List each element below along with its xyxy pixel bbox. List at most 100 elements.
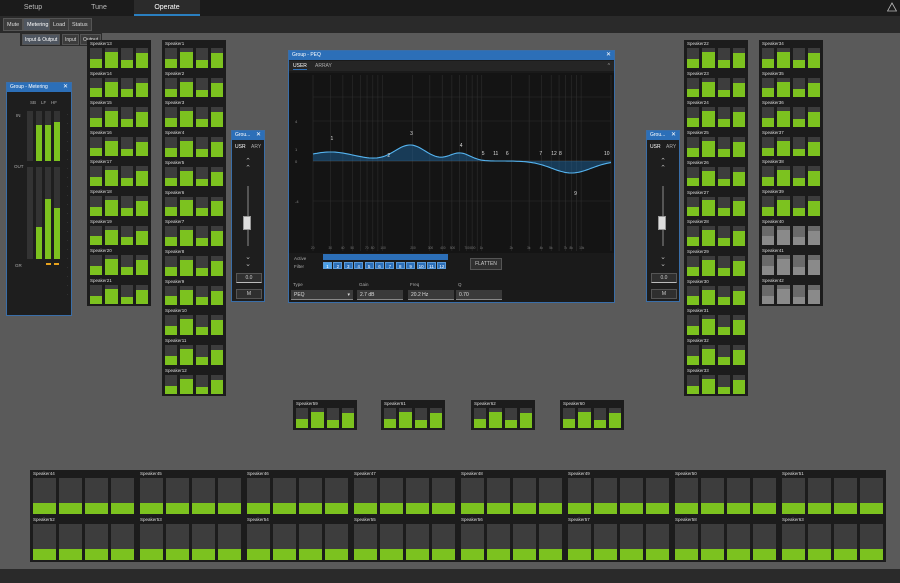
speaker-module[interactable]: Speaker58 <box>672 516 779 562</box>
freq-field[interactable]: 20.2 Hz <box>408 290 454 300</box>
speaker-module[interactable]: Speaker55 <box>351 516 458 562</box>
speaker-module[interactable]: Speaker53 <box>137 516 244 562</box>
filter-button-7[interactable]: 7 <box>385 262 395 269</box>
speaker-module[interactable]: Speaker42 <box>759 277 823 307</box>
speaker-module[interactable]: Speaker13 <box>87 40 151 70</box>
metering-title-bar[interactable]: Group - Metering ✕ <box>7 83 71 92</box>
mute-toggle[interactable]: M <box>651 289 677 299</box>
speaker-module[interactable]: Speaker16 <box>87 129 151 159</box>
speaker-module[interactable]: Speaker41 <box>759 247 823 277</box>
collapse-icon[interactable]: ^ <box>608 63 610 69</box>
speaker-module[interactable]: Speaker35 <box>759 70 823 100</box>
speaker-module[interactable]: Speaker1 <box>162 40 226 70</box>
speaker-module[interactable]: Speaker44 <box>30 470 137 516</box>
speaker-module[interactable]: Speaker4 <box>162 129 226 159</box>
speaker-module[interactable]: Speaker32 <box>684 337 748 367</box>
load-button[interactable]: Load <box>49 18 70 31</box>
speaker-module[interactable]: Speaker49 <box>565 470 672 516</box>
filter-button-3[interactable]: 3 <box>343 262 353 269</box>
speaker-module[interactable]: Speaker45 <box>137 470 244 516</box>
speaker-module[interactable]: Speaker56 <box>458 516 565 562</box>
speaker-module[interactable]: Speaker62 <box>471 400 535 430</box>
tab-array[interactable]: ARRAY <box>315 63 332 69</box>
filter-button-9[interactable]: 9 <box>406 262 416 269</box>
speaker-module[interactable]: Speaker25 <box>684 129 748 159</box>
speaker-module[interactable]: Speaker38 <box>759 158 823 188</box>
tab-usr[interactable]: USR <box>235 144 246 150</box>
speaker-module[interactable]: Speaker37 <box>759 129 823 159</box>
close-icon[interactable]: ✕ <box>671 131 676 140</box>
band-marker-9[interactable]: 9 <box>574 191 577 197</box>
input-button[interactable]: Input <box>62 34 80 45</box>
peq-title-bar[interactable]: Group - PEQ ✕ <box>289 51 614 60</box>
chevron-down-icon[interactable]: ⌄ <box>243 260 253 268</box>
tab-user[interactable]: USER <box>293 63 307 70</box>
band-marker-11[interactable]: 11 <box>493 151 498 157</box>
q-field[interactable]: 0.70 <box>456 290 502 300</box>
close-icon[interactable]: ✕ <box>606 51 611 60</box>
speaker-module[interactable]: Speaker60 <box>560 400 624 430</box>
speaker-module[interactable]: Speaker52 <box>30 516 137 562</box>
right-fader-title-bar[interactable]: Grou... ✕ <box>647 131 679 140</box>
speaker-module[interactable]: Speaker61 <box>381 400 445 430</box>
chevron-up-small-icon[interactable]: ⌃ <box>243 164 253 172</box>
band-marker-3[interactable]: 3 <box>410 131 413 137</box>
speaker-module[interactable]: Speaker15 <box>87 99 151 129</box>
band-marker-7[interactable]: 7 <box>539 151 542 157</box>
speaker-module[interactable]: Speaker27 <box>684 189 748 219</box>
band-marker-2[interactable]: 2 <box>387 153 390 159</box>
speaker-module[interactable]: Speaker51 <box>779 470 886 516</box>
band-marker-1[interactable]: 1 <box>330 136 333 142</box>
speaker-module[interactable]: Speaker57 <box>565 516 672 562</box>
filter-button-6[interactable]: 6 <box>375 262 384 269</box>
band-marker-8[interactable]: 8 <box>559 151 562 157</box>
speaker-module[interactable]: Speaker46 <box>244 470 351 516</box>
band-marker-5[interactable]: 5 <box>482 151 485 157</box>
close-icon[interactable]: ✕ <box>256 131 261 140</box>
filter-button-2[interactable]: 2 <box>333 262 343 269</box>
type-select[interactable]: PEQ ▾ <box>291 290 353 300</box>
close-icon[interactable]: ✕ <box>63 83 68 92</box>
left-fader-title-bar[interactable]: Grou... ✕ <box>232 131 264 140</box>
flatten-button[interactable]: FLATTEN <box>470 258 502 270</box>
filter-button-10[interactable]: 10 <box>416 262 426 269</box>
speaker-module[interactable]: Speaker23 <box>684 70 748 100</box>
speaker-module[interactable]: Speaker26 <box>684 159 748 189</box>
fader-value[interactable]: 0.0 <box>236 273 262 283</box>
speaker-module[interactable]: Speaker8 <box>162 248 226 278</box>
speaker-module[interactable]: Speaker10 <box>162 307 226 337</box>
mute-toggle[interactable]: M <box>236 289 262 299</box>
tab-ary[interactable]: ARY <box>251 144 261 150</box>
speaker-module[interactable]: Speaker17 <box>87 158 151 188</box>
warning-icon[interactable] <box>886 2 898 12</box>
filter-button-4[interactable]: 4 <box>354 262 364 269</box>
speaker-module[interactable]: Speaker50 <box>672 470 779 516</box>
active-row[interactable] <box>323 254 448 260</box>
speaker-module[interactable]: Speaker14 <box>87 70 151 100</box>
speaker-module[interactable]: Speaker12 <box>162 367 226 397</box>
filter-button-1[interactable]: 1 <box>323 262 332 269</box>
tab-tune[interactable]: Tune <box>66 0 132 16</box>
speaker-module[interactable]: Speaker5 <box>162 159 226 189</box>
filter-button-5[interactable]: 5 <box>364 262 374 269</box>
tab-setup[interactable]: Setup <box>0 0 66 16</box>
tab-ary[interactable]: ARY <box>666 144 676 150</box>
gain-field[interactable]: 2.7 dB <box>357 290 403 300</box>
speaker-module[interactable]: Speaker18 <box>87 188 151 218</box>
speaker-module[interactable]: Speaker9 <box>162 278 226 308</box>
speaker-module[interactable]: Speaker2 <box>162 70 226 100</box>
band-marker-10[interactable]: 10 <box>604 151 610 157</box>
speaker-module[interactable]: Speaker48 <box>458 470 565 516</box>
speaker-module[interactable]: Speaker29 <box>684 248 748 278</box>
metering-button[interactable]: Metering <box>23 18 53 31</box>
speaker-module[interactable]: Speaker3 <box>162 99 226 129</box>
band-marker-4[interactable]: 4 <box>460 143 463 149</box>
speaker-module[interactable]: Speaker6 <box>162 189 226 219</box>
speaker-module[interactable]: Speaker36 <box>759 99 823 129</box>
speaker-module[interactable]: Speaker11 <box>162 337 226 367</box>
speaker-module[interactable]: Speaker7 <box>162 218 226 248</box>
speaker-module[interactable]: Speaker34 <box>759 40 823 70</box>
speaker-module[interactable]: Speaker19 <box>87 218 151 248</box>
chevron-down-icon[interactable]: ⌄ <box>658 260 668 268</box>
tab-usr[interactable]: USR <box>650 144 661 150</box>
